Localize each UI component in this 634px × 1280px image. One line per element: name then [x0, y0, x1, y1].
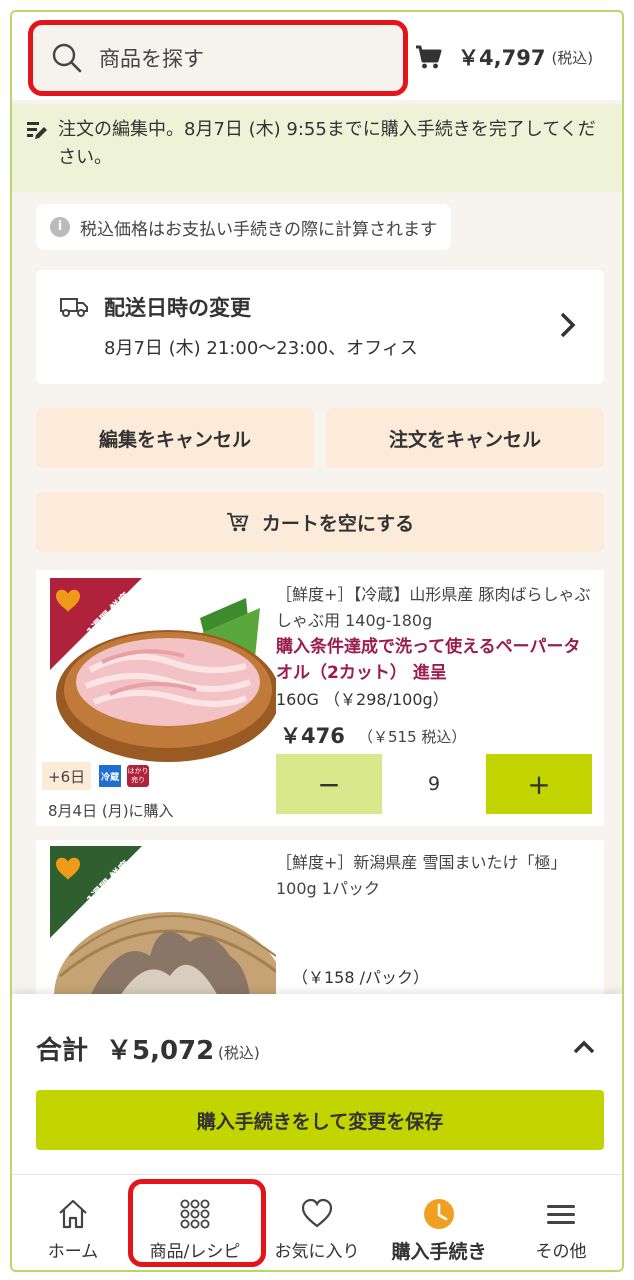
product-unit-price: （￥158 /パック）	[292, 968, 430, 987]
total-label: 合計	[36, 1036, 89, 1066]
nav-item-checkout[interactable]: 購入手続き	[378, 1175, 500, 1270]
nav-item-favorites[interactable]: お気に入り	[256, 1175, 378, 1270]
menu-icon	[547, 1205, 575, 1224]
product-image-pork[interactable]: 1週間 鮮度保証	[50, 578, 276, 764]
cancel-edit-label: 編集をキャンセル	[98, 428, 251, 451]
nav-item-more[interactable]: その他	[500, 1175, 622, 1270]
edit-notice-text: 注文の編集中。8月7日 (木) 9:55までに購入手続きを完了してください。	[58, 119, 596, 168]
product-tags: +6日 冷蔵 はかり売り	[42, 762, 150, 790]
empty-cart-icon	[226, 512, 249, 532]
sold-by-weight-tag: はかり売り	[127, 765, 150, 787]
tax-info-text: 税込価格はお支払い手続きの際に計算されます	[80, 219, 437, 240]
nav-label-checkout: 購入手続き	[391, 1241, 487, 1263]
cart-tax-label: (税込)	[551, 48, 594, 67]
cancel-edit-button[interactable]: 編集をキャンセル	[36, 408, 314, 468]
total-tax-label: (税込)	[218, 1044, 260, 1062]
quantity-increase-button[interactable]: +	[486, 754, 592, 814]
checkout-save-button[interactable]: 購入手続きをして変更を保存	[36, 1090, 604, 1150]
quantity-value: 9	[427, 773, 441, 795]
chevron-right-icon	[560, 312, 576, 338]
order-summary-sheet: 合計 ￥5,072 (税込) 購入手続きをして変更を保存	[12, 994, 622, 1174]
search-icon	[52, 43, 82, 73]
empty-cart-label: カートを空にする	[261, 512, 415, 535]
product-weight: 160G （￥298/100g）	[276, 690, 449, 709]
quantity-decrease-button[interactable]: −	[276, 754, 382, 814]
product-name[interactable]: ［鮮度+］【冷蔵】山形県産 豚肉ばらしゃぶしゃぶ用 140g-180g	[276, 582, 596, 634]
cancel-order-label: 注文をキャンセル	[388, 428, 541, 451]
nav-item-home[interactable]: ホーム	[12, 1175, 134, 1270]
product-image-maitake[interactable]: 1週間 鮮度保証	[50, 846, 276, 994]
bottom-nav: ホーム 商品/レシピ お気に入り 購入手続き その他	[12, 1174, 622, 1270]
info-icon: i	[50, 217, 70, 237]
checkout-save-label: 購入手続きをして変更を保存	[196, 1110, 444, 1133]
refrigerated-tag: 冷蔵	[99, 765, 122, 787]
header: 商品を探す ￥4,797 (税込)	[12, 12, 622, 100]
delivery-change-title: 配送日時の変更	[104, 296, 251, 320]
cart-icon	[416, 45, 442, 69]
highlight-box	[128, 1179, 266, 1267]
total-amount: ￥5,072	[106, 1036, 215, 1066]
home-icon	[59, 1199, 87, 1229]
cart-item: 1週間 鮮度保証 ［鮮度+］【冷蔵】山形県産 豚肉ばらしゃぶしゃぶ用 140g-…	[36, 570, 604, 826]
clock-icon	[424, 1199, 454, 1229]
chevron-up-icon[interactable]	[572, 1038, 596, 1056]
plus-icon: +	[527, 767, 551, 801]
nav-label-favorites: お気に入り	[274, 1242, 360, 1262]
cart-amount: ￥4,797	[458, 46, 546, 70]
app-frame: 商品を探す ￥4,797 (税込) 注文の編集中。8月7日 (木) 9:55まで…	[10, 10, 624, 1272]
edit-notice-banner: 注文の編集中。8月7日 (木) 9:55までに購入手続きを完了してください。	[12, 104, 622, 192]
nav-label-home: ホーム	[47, 1242, 99, 1262]
product-price-tax: （￥515 税込）	[358, 728, 467, 746]
nav-label-more: その他	[535, 1242, 587, 1262]
delivery-change-row[interactable]: 配送日時の変更 8月7日 (木) 21:00〜23:00、オフィス	[36, 270, 604, 384]
product-promo: 購入条件達成で洗って使えるペーパータオル（2カット） 進呈	[276, 637, 581, 683]
product-price: ￥476	[280, 724, 345, 748]
empty-cart-button[interactable]: カートを空にする	[36, 492, 604, 552]
search-input[interactable]: 商品を探す	[28, 20, 408, 96]
tax-info-note: i 税込価格はお支払い手続きの際に計算されます	[36, 204, 451, 250]
maitake-image	[50, 846, 276, 994]
cancel-order-button[interactable]: 注文をキャンセル	[326, 408, 604, 468]
search-placeholder: 商品を探す	[99, 47, 204, 71]
delivery-slot-text: 8月7日 (木) 21:00〜23:00、オフィス	[104, 338, 418, 359]
edit-icon	[27, 122, 47, 139]
purchase-date: 8月4日 (月)に購入	[48, 802, 174, 820]
minus-icon: −	[317, 767, 341, 801]
heart-icon	[301, 1198, 333, 1228]
product-name[interactable]: ［鮮度+］新潟県産 雪国まいたけ「極」100g 1パック	[276, 850, 596, 902]
truck-icon	[60, 298, 88, 317]
freshness-days-tag: +6日	[42, 762, 92, 790]
cart-summary-button[interactable]: ￥4,797 (税込)	[414, 42, 593, 72]
pork-belly-image	[50, 578, 276, 764]
cart-item: 1週間 鮮度保証 ［鮮度+］新潟県産 雪国まいたけ「極」100g 1パック （￥…	[36, 840, 604, 994]
